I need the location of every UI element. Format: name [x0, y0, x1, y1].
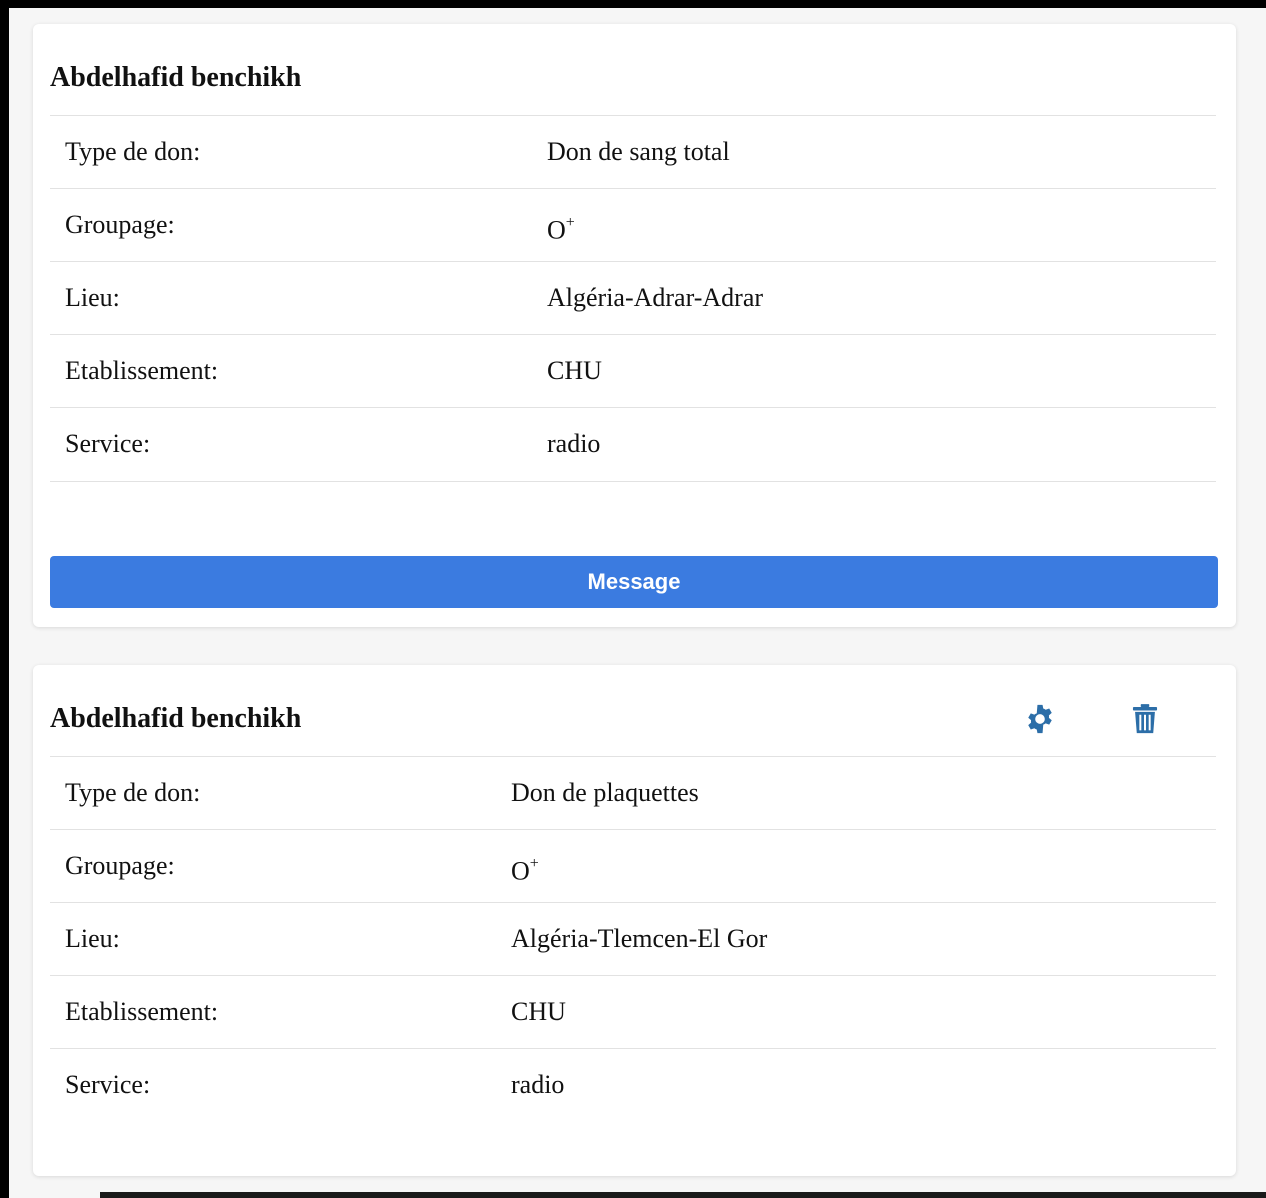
detail-row-lieu: Lieu: Algéria-Adrar-Adrar — [50, 262, 1216, 335]
detail-row-service: Service: radio — [50, 408, 1216, 482]
detail-value: CHU — [511, 997, 566, 1026]
detail-label: Etablissement: — [65, 997, 219, 1026]
detail-label: Groupage: — [65, 210, 175, 239]
detail-value: CHU — [547, 356, 602, 385]
detail-value: Don de sang total — [547, 137, 730, 166]
detail-value: Algéria-Tlemcen-El Gor — [511, 924, 768, 953]
card-header: Abdelhafid benchikh — [50, 24, 1216, 116]
detail-row-lieu: Lieu: Algéria-Tlemcen-El Gor — [50, 903, 1216, 976]
detail-label: Type de don: — [65, 137, 201, 166]
card-header: Abdelhafid benchikh — [50, 665, 1216, 757]
window-frame-left — [0, 0, 9, 1198]
window-frame-top — [0, 0, 1266, 8]
detail-row-type: Type de don: Don de sang total — [50, 116, 1216, 189]
rhesus-sign: + — [565, 214, 575, 231]
detail-row-groupage: Groupage: O+ — [50, 830, 1216, 903]
detail-value: Algéria-Adrar-Adrar — [547, 283, 764, 312]
donation-details: Type de don: Don de sang total Groupage:… — [50, 116, 1216, 482]
detail-row-etablissement: Etablissement: CHU — [50, 335, 1216, 408]
detail-value: radio — [547, 429, 601, 458]
detail-label: Lieu: — [65, 283, 120, 312]
detail-value: Don de plaquettes — [511, 778, 699, 807]
gear-icon[interactable] — [1023, 702, 1057, 736]
detail-label: Lieu: — [65, 924, 120, 953]
donation-details: Type de don: Don de plaquettes Groupage:… — [50, 757, 1216, 1121]
detail-label: Groupage: — [65, 851, 175, 880]
detail-label: Service: — [65, 429, 151, 458]
detail-row-type: Type de don: Don de plaquettes — [50, 757, 1216, 830]
detail-value: radio — [511, 1070, 565, 1099]
trash-icon[interactable] — [1128, 702, 1162, 736]
detail-label: Etablissement: — [65, 356, 219, 385]
detail-label: Type de don: — [65, 778, 201, 807]
donation-card: Abdelhafid benchikh Type de don: Don de … — [33, 24, 1236, 627]
blood-group-value: O+ — [547, 214, 575, 245]
rhesus-sign: + — [529, 855, 539, 872]
detail-label: Service: — [65, 1070, 151, 1099]
detail-row-etablissement: Etablissement: CHU — [50, 976, 1216, 1049]
detail-row-service: Service: radio — [50, 1049, 1216, 1121]
message-button[interactable]: Message — [50, 556, 1218, 608]
donation-card: Abdelhafid benchikh Type de don: Don de … — [33, 665, 1236, 1176]
donor-name: Abdelhafid benchikh — [50, 62, 302, 93]
blood-group-value: O+ — [511, 855, 539, 886]
window-frame-bottom — [100, 1192, 1266, 1198]
donor-name: Abdelhafid benchikh — [50, 703, 302, 734]
detail-row-groupage: Groupage: O+ — [50, 189, 1216, 262]
